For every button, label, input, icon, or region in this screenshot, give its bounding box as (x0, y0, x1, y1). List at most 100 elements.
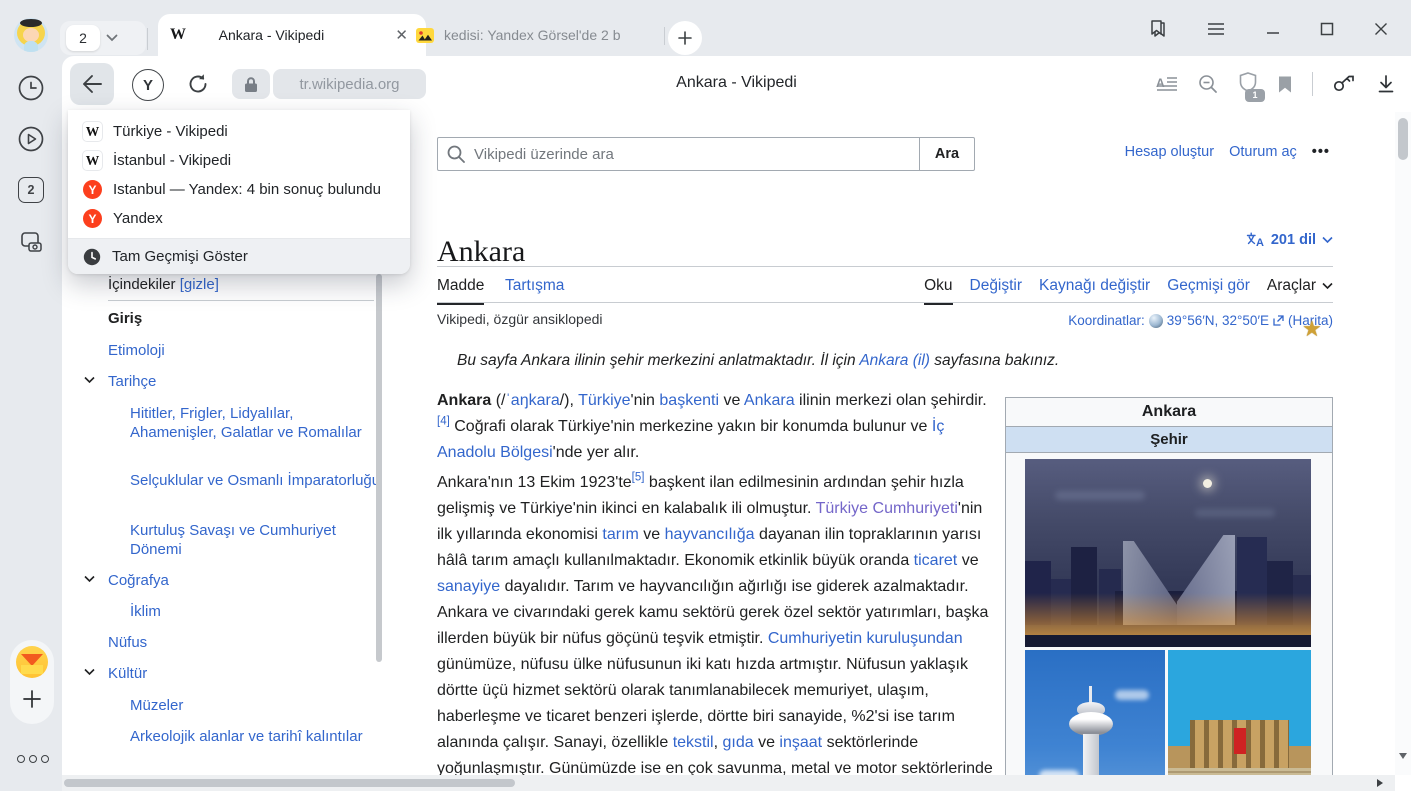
zoom-out-icon[interactable] (1197, 73, 1219, 95)
toc-divider (108, 300, 374, 301)
toc-item-cografya[interactable]: Coğrafya (108, 571, 169, 590)
toolbar-page-title: Ankara - Vikipedi (362, 74, 1111, 92)
new-tab-button[interactable] (668, 21, 702, 55)
back-arrow-icon (81, 74, 103, 94)
toc-item-kultur[interactable]: Kültür (108, 664, 147, 683)
toc-collapse-icon[interactable] (84, 575, 95, 583)
tab-kaynagi-degistir[interactable]: Kaynağı değiştir (1039, 269, 1150, 302)
toc-item-etimoloji[interactable]: Etimoloji (108, 341, 165, 360)
history-item-istanbul-yandex[interactable]: Y Istanbul — Yandex: 4 bin sonuç bulundu (68, 175, 410, 204)
browser-toolbar: Y tr.wikipedia.org Ankara - Vikipedi (62, 56, 1411, 112)
toc-item-muzeler[interactable]: Müzeler (130, 696, 382, 715)
tab-degistir[interactable]: Değiştir (970, 269, 1023, 302)
create-account-link[interactable]: Hesap oluştur (1125, 144, 1214, 160)
chevron-down-icon (1322, 282, 1333, 290)
yandex-mail-icon[interactable] (16, 646, 48, 678)
password-manager-icon[interactable] (1332, 73, 1358, 95)
search-icon (447, 145, 465, 163)
yandex-images-icon (416, 28, 434, 43)
toc-item-giris[interactable]: Giriş (108, 309, 142, 328)
browser-side-rail: 2 (0, 56, 62, 791)
tab-oku[interactable]: Oku (924, 269, 952, 305)
show-full-history-item[interactable]: Tam Geçmişi Göster (68, 239, 410, 274)
search-button[interactable]: Ara (919, 137, 975, 171)
horizontal-scrollbar-thumb[interactable] (64, 779, 515, 787)
tabs-divider (437, 302, 1333, 303)
toc-item-arkeolojik[interactable]: Arkeolojik alanlar ve tarihî kalıntılar (130, 727, 382, 746)
scroll-right-arrow[interactable] (1377, 779, 1383, 787)
history-item-istanbul-vikipedi[interactable]: W İstanbul - Vikipedi (68, 146, 410, 175)
toc-item-nufus[interactable]: Nüfus (108, 633, 147, 652)
hamburger-icon (1207, 22, 1225, 36)
tab-gecmisi-gor[interactable]: Geçmişi gör (1167, 269, 1250, 302)
login-link[interactable]: Oturum aç (1229, 144, 1297, 160)
horizontal-scrollbar[interactable] (62, 775, 1395, 791)
wikipedia-favicon: W (83, 122, 102, 141)
site-security-button[interactable] (232, 69, 270, 99)
tab-kedisi-yandex-gorsel[interactable]: kedisi: Yandex Görsel'de 2 b (404, 14, 686, 56)
vertical-scrollbar-thumb[interactable] (1398, 118, 1408, 160)
tabs-overview-button[interactable]: 2 (11, 170, 51, 210)
bookmark-icon[interactable] (1277, 75, 1293, 94)
tab-madde[interactable]: Madde (437, 269, 484, 305)
more-options-icon[interactable]: ••• (1312, 144, 1330, 160)
toc-collapse-icon[interactable] (84, 668, 95, 676)
tab-ankara-vikipedi[interactable]: W Ankara - Vikipedi ✕ (158, 14, 426, 56)
vertical-scrollbar[interactable] (1395, 112, 1411, 775)
wikipedia-w-icon: W (170, 26, 186, 44)
scroll-down-arrow[interactable] (1399, 753, 1407, 759)
toolbar-actions: A 1 (1156, 69, 1395, 99)
reader-mode-icon[interactable]: A (1156, 75, 1178, 93)
svg-text:A: A (1156, 76, 1165, 90)
video-button[interactable] (11, 119, 51, 159)
history-button[interactable] (11, 68, 51, 108)
toc-item-iklim[interactable]: İklim (130, 602, 382, 621)
maximize-button[interactable] (1310, 14, 1344, 44)
toc-header: İçindekiler [gizle] (108, 276, 219, 293)
toc-hide-toggle[interactable]: [gizle] (180, 276, 219, 293)
atakule-tower-image[interactable] (1025, 650, 1165, 775)
sidebar-more-button[interactable] (17, 755, 49, 763)
protect-button[interactable]: 1 (1238, 71, 1258, 98)
tab-tartisma[interactable]: Tartışma (505, 269, 564, 302)
anitkabir-image[interactable] (1168, 650, 1311, 775)
account-links: Hesap oluştur Oturum aç ••• (1125, 144, 1330, 160)
tab-group-pill[interactable]: 2 (60, 21, 146, 55)
site-tagline: Vikipedi, özgür ansiklopedi (437, 311, 603, 327)
history-item-yandex[interactable]: Y Yandex (68, 204, 410, 233)
tab-count-icon: 2 (18, 177, 44, 203)
yandex-search-button[interactable]: Y (132, 69, 164, 101)
toc-item-selcuklular[interactable]: Selçuklular ve Osmanlı İmparatorluğu (130, 471, 382, 490)
external-link-icon (1273, 315, 1284, 326)
title-bar: 2 W Ankara - Vikipedi ✕ kedisi: Yandex G… (0, 0, 1411, 56)
toc-item-kurtulus[interactable]: Kurtuluş Savaşı ve Cumhuriyet Dönemi (130, 521, 382, 559)
divider (1312, 72, 1313, 96)
profile-avatar[interactable] (14, 18, 48, 52)
downloads-icon[interactable] (1377, 74, 1395, 94)
toc-collapse-icon[interactable] (84, 376, 95, 384)
tools-menu[interactable]: Araçlar (1267, 269, 1333, 302)
toc-scrollbar-thumb[interactable] (376, 274, 382, 662)
coordinates-label[interactable]: Koordinatlar: (1068, 313, 1145, 328)
globe-icon[interactable] (1149, 314, 1163, 328)
add-service-button[interactable] (23, 690, 41, 713)
close-window-button[interactable] (1364, 14, 1398, 44)
toc-item-tarihce[interactable]: Tarihçe (108, 372, 156, 391)
search-input[interactable] (437, 137, 920, 171)
chevron-down-icon (1322, 236, 1333, 244)
language-selector[interactable]: A 201 dil (1246, 232, 1333, 248)
toc-item-hititler[interactable]: Hititler, Frigler, Lidyalılar, Ahamenişl… (130, 404, 382, 442)
side-panels-button[interactable] (1142, 14, 1176, 44)
minimize-icon (1266, 22, 1280, 36)
screenshot-button[interactable] (11, 221, 51, 261)
history-item-turkiye[interactable]: W Türkiye - Vikipedi (68, 117, 410, 146)
back-button[interactable] (70, 63, 114, 105)
coordinates-value[interactable]: 39°56′N, 32°50′E (1167, 313, 1269, 328)
browser-window: 2 W Ankara - Vikipedi ✕ kedisi: Yandex G… (0, 0, 1411, 791)
ankara-skyline-night-image[interactable] (1025, 459, 1311, 647)
minimize-button[interactable] (1256, 14, 1290, 44)
services-pill (10, 640, 54, 724)
menu-button[interactable] (1199, 14, 1233, 44)
history-dropdown: W Türkiye - Vikipedi W İstanbul - Vikipe… (68, 110, 410, 274)
reload-button[interactable] (186, 72, 210, 101)
